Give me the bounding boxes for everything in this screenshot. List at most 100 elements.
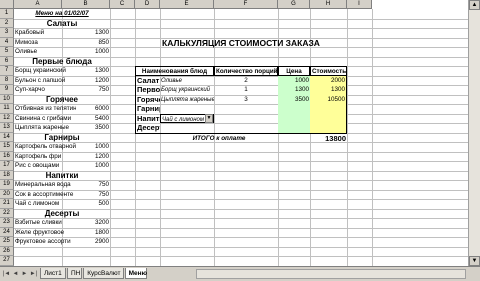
menu-item-price[interactable]: 750 (62, 180, 110, 190)
order-dish-select[interactable]: Борщ украинский (160, 85, 214, 95)
column-header-F[interactable]: F (214, 0, 278, 9)
order-price (278, 123, 310, 133)
column-header-D[interactable]: D (135, 0, 160, 9)
column-header-E[interactable]: E (160, 0, 214, 9)
menu-item-price[interactable]: 750 (62, 85, 110, 95)
row-header-21[interactable]: 21 (0, 199, 14, 209)
row-header-6[interactable]: 6 (0, 56, 14, 66)
menu-item-price[interactable]: 2900 (62, 237, 110, 247)
order-category: Горячее (135, 94, 160, 104)
menu-item-price[interactable]: 1000 (62, 47, 110, 57)
order-qty[interactable] (214, 123, 278, 133)
header-dish: Наименования блюд (135, 66, 214, 76)
row-header-3[interactable]: 3 (0, 28, 14, 38)
menu-item-price[interactable]: 500 (62, 199, 110, 209)
row-header-19[interactable]: 19 (0, 180, 14, 190)
menu-section-title: Напитки (45, 170, 79, 180)
prev-sheet-icon[interactable]: ◄ (11, 269, 20, 279)
order-qty[interactable] (214, 104, 278, 114)
row-header-25[interactable]: 25 (0, 237, 14, 247)
column-header-I[interactable]: I (347, 0, 372, 9)
row-header-18[interactable]: 18 (0, 170, 14, 180)
menu-item-price[interactable]: 1200 (62, 152, 110, 162)
row-header-11[interactable]: 11 (0, 104, 14, 114)
menu-section-title: Салаты (46, 18, 78, 28)
menu-item-price[interactable]: 1300 (62, 28, 110, 38)
gridline-h (14, 256, 480, 257)
row-header-8[interactable]: 8 (0, 75, 14, 85)
row-header-22[interactable]: 22 (0, 208, 14, 218)
sheet-tab-2[interactable]: ПН (67, 268, 83, 279)
menu-item-price[interactable]: 3500 (62, 123, 110, 133)
vertical-scrollbar[interactable]: ▲ ▼ (468, 0, 480, 266)
row-header-9[interactable]: 9 (0, 85, 14, 95)
menu-item-price[interactable]: 6000 (62, 104, 110, 114)
menu-item-price[interactable]: 750 (62, 190, 110, 200)
row-header-23[interactable]: 23 (0, 218, 14, 228)
order-qty[interactable]: 2 (214, 76, 278, 86)
header-qty: Количество порций (214, 66, 278, 76)
total-label: ИТОГО к оплате (192, 134, 246, 142)
column-header-B[interactable]: B (62, 0, 110, 9)
first-sheet-icon[interactable]: |◄ (2, 269, 11, 279)
row-header-20[interactable]: 20 (0, 189, 14, 199)
next-sheet-icon[interactable]: ► (20, 269, 29, 279)
column-header-H[interactable]: H (310, 0, 347, 9)
order-dish-select[interactable]: Оливье (160, 76, 214, 86)
row-header-24[interactable]: 24 (0, 227, 14, 237)
menu-item-price[interactable]: 1000 (62, 142, 110, 152)
row-header-15[interactable]: 15 (0, 142, 14, 152)
order-price: 1300 (278, 85, 310, 95)
menu-section-title: Горячее (45, 94, 78, 104)
horizontal-scrollbar[interactable] (196, 269, 466, 279)
order-title: КАЛЬКУЛЯЦИЯ СТОИМОСТИ ЗАКАЗА (162, 37, 320, 48)
menu-item-price[interactable]: 3200 (62, 218, 110, 228)
order-qty[interactable]: 1 (214, 85, 278, 95)
row-header-4[interactable]: 4 (0, 37, 14, 47)
spreadsheet: ABCDEFGHI 1 2 3 4 5 6 7 8 9 10 11 12 13 14 15 16 17 18 19 2… (0, 0, 480, 281)
row-header-27[interactable]: 27 (0, 256, 14, 266)
sheet-tab-bar: |◄ ◄ ► ►| Лист1 ПН КурсВалют Меню (0, 266, 480, 281)
order-price (278, 113, 310, 123)
sheet-tab-3[interactable]: КурсВалют (83, 268, 124, 279)
header-price: Цена (278, 66, 310, 76)
row-header-16[interactable]: 16 (0, 151, 14, 161)
order-category: Первое (135, 85, 160, 95)
row-header-7[interactable]: 7 (0, 66, 14, 76)
column-header-G[interactable]: G (278, 0, 310, 9)
dropdown-arrow-icon[interactable]: ▼ (205, 114, 213, 123)
select-all-corner[interactable] (0, 0, 14, 9)
menu-item-price[interactable]: 1800 (62, 228, 110, 238)
row-header-5[interactable]: 5 (0, 47, 14, 57)
order-cost: 10500 (310, 94, 347, 104)
column-header-C[interactable]: C (110, 0, 135, 9)
menu-item-price[interactable]: 850 (62, 38, 110, 48)
last-sheet-icon[interactable]: ►| (29, 269, 38, 279)
row-header-2[interactable]: 2 (0, 18, 14, 28)
order-qty[interactable] (214, 114, 278, 124)
order-dish-select[interactable]: Цыплята жареные (160, 95, 214, 105)
order-qty[interactable]: 3 (214, 95, 278, 105)
order-dish-select[interactable] (160, 123, 214, 133)
sheet-tab-1[interactable]: Лист1 (40, 268, 66, 279)
menu-item-price[interactable]: 1200 (62, 76, 110, 86)
order-cost (310, 104, 347, 114)
row-header-10[interactable]: 10 (0, 94, 14, 104)
order-dish-select[interactable] (160, 104, 214, 114)
scroll-down-icon[interactable]: ▼ (469, 256, 480, 266)
menu-item-price[interactable]: 1300 (62, 66, 110, 76)
row-header-26[interactable]: 26 (0, 246, 14, 256)
row-header-13[interactable]: 13 (0, 123, 14, 133)
row-header-14[interactable]: 14 (0, 132, 14, 142)
column-header-A[interactable]: A (14, 0, 62, 9)
menu-item-price[interactable]: 5400 (62, 114, 110, 124)
sheet-tab-4[interactable]: Меню (124, 268, 147, 279)
row-header-12[interactable]: 12 (0, 113, 14, 123)
row-header-1[interactable]: 1 (0, 9, 14, 19)
row-header-17[interactable]: 17 (0, 161, 14, 171)
order-category: Напитки (135, 113, 160, 123)
scroll-up-icon[interactable]: ▲ (469, 0, 480, 10)
header-cost: Стоимость (310, 66, 347, 76)
menu-item-price[interactable]: 1000 (62, 161, 110, 171)
menu-section-title: Первые блюда (32, 56, 92, 66)
